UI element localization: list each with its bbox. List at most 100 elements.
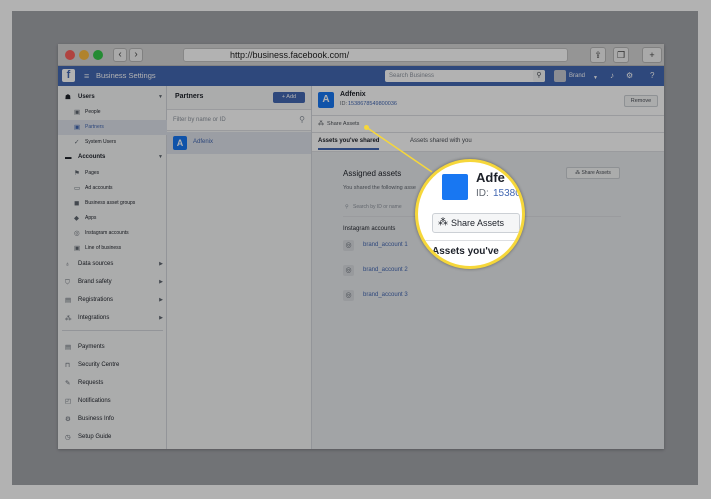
list-item[interactable]: ◎ brand_account 2	[343, 265, 543, 279]
sidebar-item-system-users[interactable]: ✓ System Users	[58, 135, 167, 150]
share-assets-button[interactable]: ⁂ Share Assets	[566, 167, 620, 179]
chevron-down-icon[interactable]: ▼	[593, 73, 598, 83]
chevron-down-icon: ▼	[158, 154, 163, 160]
instagram-account-link[interactable]: brand_account 3	[363, 292, 408, 298]
gear-icon[interactable]: ⚙	[626, 71, 633, 81]
partner-logo-icon: A	[173, 136, 187, 150]
sidebar-item-label: System Users	[85, 139, 117, 145]
filter-placeholder: Filter by name or ID	[173, 117, 226, 123]
assigned-assets-description: You shared the following asse	[343, 185, 416, 191]
users-icon: ☗	[65, 94, 71, 101]
sidebar-item-label: Payments	[78, 344, 105, 350]
cube-icon: ◆	[74, 215, 79, 222]
sidebar-item-requests[interactable]: ✎ Requests	[58, 376, 167, 391]
sidebar-item-pages[interactable]: ⚑ Pages	[58, 166, 167, 181]
instagram-accounts-label: Instagram accounts	[343, 226, 396, 232]
magnified-id-label: ID:	[476, 188, 489, 199]
sidebar-item-setup-guide[interactable]: ◷ Setup Guide	[58, 430, 167, 445]
sidebar-item-label: Line of business	[85, 245, 122, 251]
menu-icon[interactable]: ≡	[84, 71, 89, 81]
magnified-tab-label: Assets you've	[432, 246, 499, 257]
asset-group-icon: ◼	[74, 200, 80, 207]
puzzle-icon: ⁂	[65, 315, 72, 322]
sidebar-section-label: Users	[78, 94, 95, 100]
notification-icon: ◰	[65, 398, 72, 405]
sidebar-item-notifications[interactable]: ◰ Notifications	[58, 394, 167, 409]
sidebar-item-label: Apps	[85, 215, 97, 221]
sidebar-item-label: Security Centre	[78, 362, 120, 368]
remove-partner-button[interactable]: Remove	[624, 95, 658, 107]
account-name[interactable]: Brand	[569, 71, 585, 81]
partners-panel: Partners + Add Filter by name or ID ⚲ A …	[167, 86, 312, 449]
add-partner-button[interactable]: + Add	[273, 92, 305, 103]
flag-icon: ⚑	[74, 170, 80, 177]
search-icon[interactable]: ⚲	[533, 70, 545, 82]
partner-list-item[interactable]: A Adfenix	[167, 132, 311, 154]
briefcase-icon: ▣	[74, 245, 81, 252]
business-topbar: f ≡ Business Settings Search Business ⚲ …	[58, 66, 664, 86]
sidebar-item-label: Pages	[85, 170, 100, 176]
sidebar-item-label: Business asset groups	[85, 200, 136, 206]
sidebar-item-instagram-accounts[interactable]: ◎ Instagram accounts	[58, 226, 167, 241]
partner-name-heading: Adfenix	[340, 91, 366, 98]
partner-filter-input[interactable]: Filter by name or ID ⚲	[167, 109, 311, 131]
back-button[interactable]: ‹	[113, 48, 127, 62]
tabs-icon[interactable]: ❐	[613, 47, 629, 63]
minimize-window-button[interactable]	[79, 50, 89, 60]
sidebar-section-data-sources[interactable]: ♁ Data sources ▶	[58, 257, 167, 272]
business-search-input[interactable]: Search Business	[385, 70, 545, 82]
sidebar-item-apps[interactable]: ◆ Apps	[58, 211, 167, 226]
sidebar-section-users[interactable]: ☗ Users ▼	[58, 90, 167, 105]
ad-account-icon: ▭	[74, 185, 81, 192]
instagram-icon: ◎	[343, 240, 354, 251]
person-icon: ▣	[74, 109, 81, 116]
sidebar-item-ad-accounts[interactable]: ▭ Ad accounts	[58, 181, 167, 196]
tab-assets-you-shared[interactable]: Assets you've shared	[318, 138, 380, 150]
sidebar-item-security-centre[interactable]: ⊓ Security Centre	[58, 358, 167, 373]
new-tab-icon[interactable]: +	[642, 47, 662, 63]
settings-icon: ⚙	[65, 416, 71, 423]
tab-assets-shared-with-you[interactable]: Assets shared with you	[410, 138, 472, 144]
sidebar-item-label: Ad accounts	[85, 185, 113, 191]
sidebar-section-registrations[interactable]: ▤ Registrations ▶	[58, 293, 167, 308]
sidebar-section-integrations[interactable]: ⁂ Integrations ▶	[58, 311, 167, 326]
business-settings-title: Business Settings	[96, 71, 156, 80]
close-window-button[interactable]	[65, 50, 75, 60]
sidebar-item-people[interactable]: ▣ People	[58, 105, 167, 120]
sidebar-section-accounts[interactable]: ▬ Accounts ▼	[58, 150, 167, 165]
instagram-icon: ◎	[343, 290, 354, 301]
sidebar-item-business-info[interactable]: ⚙ Business Info	[58, 412, 167, 427]
bell-icon[interactable]: ♪	[610, 71, 614, 81]
maximize-window-button[interactable]	[93, 50, 103, 60]
list-item[interactable]: ◎ brand_account 3	[343, 290, 543, 304]
accounts-icon: ▬	[65, 154, 72, 161]
address-bar[interactable]: http://business.facebook.com/	[183, 48, 568, 62]
facebook-logo-icon[interactable]: f	[62, 69, 75, 82]
sidebar-item-payments[interactable]: ▤ Payments	[58, 340, 167, 355]
forward-button[interactable]: ›	[129, 48, 143, 62]
sidebar-item-line-of-business[interactable]: ▣ Line of business	[58, 241, 167, 256]
magnified-partner-name: Adfe	[476, 170, 505, 185]
partner-logo-icon: A	[318, 92, 334, 108]
magnified-divider	[418, 240, 522, 241]
help-icon[interactable]: ?	[650, 71, 654, 81]
sidebar-section-brand-safety[interactable]: ⛉ Brand safety ▶	[58, 275, 167, 290]
shield-icon: ⛉	[65, 279, 70, 286]
partners-title: Partners	[175, 93, 204, 100]
instagram-account-link[interactable]: brand_account 1	[363, 242, 408, 248]
sidebar-divider	[62, 330, 163, 331]
partner-header: A Adfenix ID: 1538678549800036 Remove	[312, 86, 664, 116]
sidebar-section-label: Accounts	[78, 154, 106, 160]
chevron-right-icon: ▶	[159, 279, 163, 285]
guide-icon: ◷	[65, 434, 71, 441]
sidebar-item-business-asset-groups[interactable]: ◼ Business asset groups	[58, 196, 167, 211]
sidebar-item-label: Notifications	[78, 398, 111, 404]
chevron-right-icon: ▶	[159, 315, 163, 321]
sidebar-item-label: Requests	[78, 380, 104, 386]
instagram-account-link[interactable]: brand_account 2	[363, 267, 408, 273]
partner-id-value[interactable]: 1538678549800036	[348, 101, 397, 107]
sidebar-item-partners[interactable]: ▣ Partners	[58, 120, 167, 135]
share-assets-link[interactable]: Share Assets	[327, 121, 359, 127]
share-icon[interactable]: ⇪	[590, 47, 606, 63]
avatar[interactable]	[554, 70, 566, 82]
